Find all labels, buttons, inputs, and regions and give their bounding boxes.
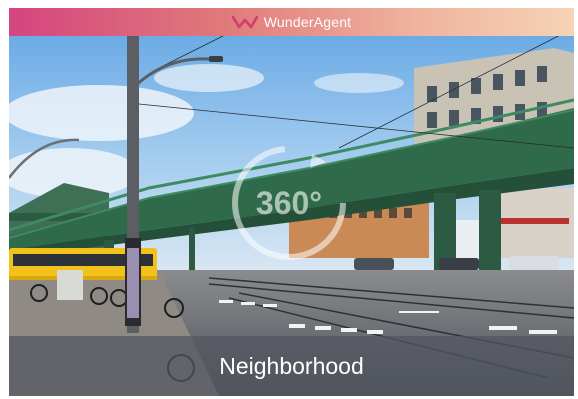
- photo-caption: Neighborhood: [219, 352, 364, 379]
- wunderagent-logo-icon: [231, 15, 258, 29]
- brand-name: WunderAgent: [263, 14, 352, 30]
- caption-bar: Neighborhood: [9, 336, 574, 396]
- rotate-360-icon[interactable]: 360°: [226, 140, 352, 266]
- listing-photo-card[interactable]: WunderAgent 360° Neighborhood: [9, 8, 574, 396]
- brand-header: WunderAgent: [9, 8, 574, 36]
- badge-360-label: 360°: [256, 185, 322, 221]
- brand[interactable]: WunderAgent: [231, 14, 352, 30]
